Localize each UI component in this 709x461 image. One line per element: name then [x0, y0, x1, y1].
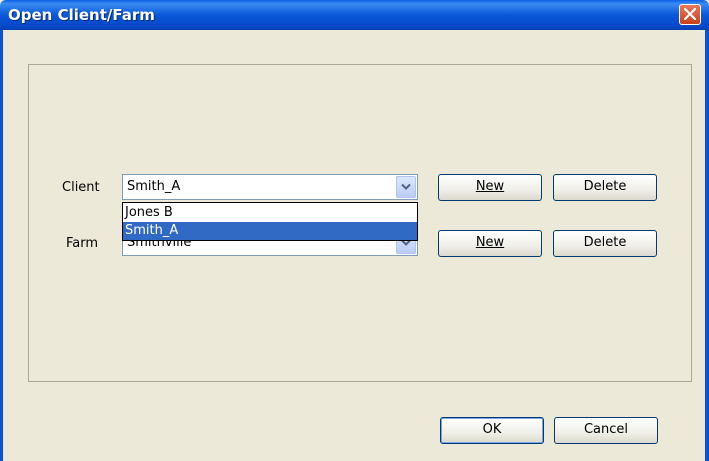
cancel-label: Cancel — [583, 422, 629, 437]
farm-new-button[interactable]: New — [438, 230, 542, 257]
window-border-left — [0, 30, 3, 461]
title-bar[interactable]: Open Client/Farm — [0, 0, 709, 30]
client-delete-label: Delete — [583, 179, 627, 194]
client-combobox[interactable]: Smith_A — [122, 174, 418, 200]
window-border-right — [705, 30, 709, 461]
chevron-down-icon — [401, 183, 411, 190]
client-new-label: New — [475, 179, 505, 194]
dropdown-option-selected[interactable]: Smith_A — [123, 222, 417, 240]
close-icon — [684, 8, 696, 20]
farm-label: Farm — [66, 236, 99, 251]
client-dropdown-button[interactable] — [396, 176, 416, 198]
cancel-button[interactable]: Cancel — [554, 417, 658, 444]
close-button[interactable] — [679, 4, 701, 25]
client-new-button[interactable]: New — [438, 174, 542, 201]
dropdown-option[interactable]: Jones B — [123, 204, 417, 222]
ok-label: OK — [482, 422, 502, 437]
client-dropdown-list: Jones B Smith_A — [122, 202, 418, 241]
ok-button[interactable]: OK — [440, 417, 544, 444]
client-label: Client — [62, 180, 100, 195]
farm-new-label: New — [475, 235, 505, 250]
open-client-farm-dialog: Open Client/Farm Client Smith_A New Dele… — [0, 0, 709, 461]
window-title: Open Client/Farm — [8, 6, 155, 24]
farm-delete-button[interactable]: Delete — [553, 230, 657, 257]
client-delete-button[interactable]: Delete — [553, 174, 657, 201]
client-combobox-value: Smith_A — [127, 179, 181, 194]
farm-delete-label: Delete — [583, 235, 627, 250]
